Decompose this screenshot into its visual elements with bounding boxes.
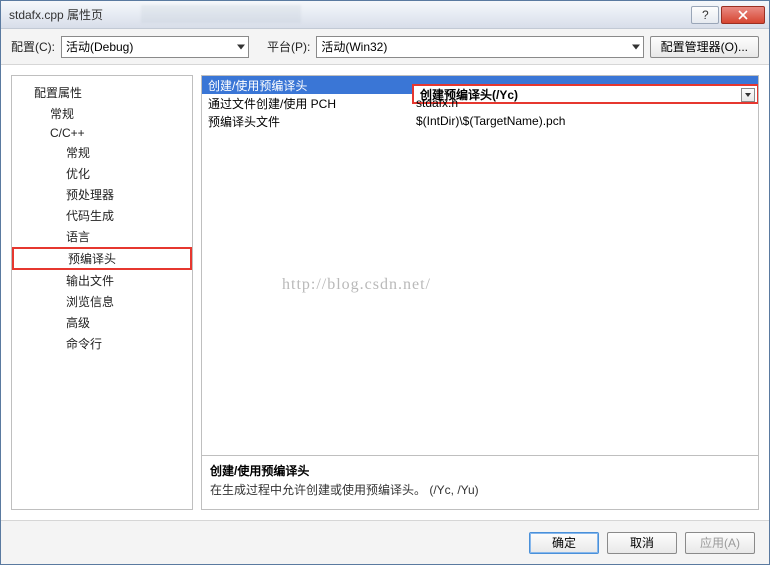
prop-value: stdafx.h bbox=[412, 96, 758, 110]
tree-item[interactable]: 命令行 bbox=[12, 333, 192, 354]
desc-title: 创建/使用预编译头 bbox=[210, 462, 750, 479]
tree-item-precompiled[interactable]: 预编译头 bbox=[14, 250, 190, 267]
grid-row[interactable]: 预编译头文件 $(IntDir)\$(TargetName).pch bbox=[202, 112, 758, 130]
titlebar[interactable]: stdafx.cpp 属性页 ? bbox=[1, 1, 769, 29]
config-value: 活动(Debug) bbox=[66, 38, 133, 55]
cancel-button[interactable]: 取消 bbox=[607, 532, 677, 554]
prop-value: $(IntDir)\$(TargetName).pch bbox=[412, 114, 758, 128]
tree-root[interactable]: 配置属性 bbox=[12, 82, 192, 103]
dialog-window: stdafx.cpp 属性页 ? 配置(C): 活动(Debug) 平台(P):… bbox=[0, 0, 770, 565]
svg-text:?: ? bbox=[702, 10, 709, 20]
tree-item[interactable]: 预处理器 bbox=[12, 184, 192, 205]
grid-row-selected[interactable]: 创建/使用预编译头 创建预编译头(/Yc) bbox=[202, 76, 758, 94]
chevron-down-icon bbox=[632, 44, 640, 49]
chevron-down-icon bbox=[237, 44, 245, 49]
platform-label: 平台(P): bbox=[267, 38, 310, 55]
tree-item[interactable]: 代码生成 bbox=[12, 205, 192, 226]
prop-name: 创建/使用预编译头 bbox=[202, 77, 412, 94]
property-panel: 创建/使用预编译头 创建预编译头(/Yc) 通过文件创建/使用 PCH stda… bbox=[201, 75, 759, 510]
platform-value: 活动(Win32) bbox=[321, 38, 387, 55]
config-label: 配置(C): bbox=[11, 38, 55, 55]
grid-row[interactable]: 通过文件创建/使用 PCH stdafx.h bbox=[202, 94, 758, 112]
ok-button[interactable]: 确定 bbox=[529, 532, 599, 554]
tree-item[interactable]: 浏览信息 bbox=[12, 291, 192, 312]
dialog-footer: 确定 取消 应用(A) bbox=[1, 520, 769, 564]
prop-name: 预编译头文件 bbox=[202, 113, 412, 130]
desc-body: 在生成过程中允许创建或使用预编译头。 (/Yc, /Yu) bbox=[210, 481, 750, 498]
config-toolbar: 配置(C): 活动(Debug) 平台(P): 活动(Win32) 配置管理器(… bbox=[1, 29, 769, 65]
config-select[interactable]: 活动(Debug) bbox=[61, 36, 249, 58]
property-tree[interactable]: 配置属性 常规 C/C++ 常规 优化 预处理器 代码生成 语言 预编译头 输出… bbox=[11, 75, 193, 510]
window-title: stdafx.cpp 属性页 bbox=[9, 6, 691, 23]
close-button[interactable] bbox=[721, 6, 765, 24]
help-button[interactable]: ? bbox=[691, 6, 719, 24]
tree-general[interactable]: 常规 bbox=[12, 103, 192, 124]
system-buttons: ? bbox=[691, 6, 765, 24]
tree-item[interactable]: 优化 bbox=[12, 163, 192, 184]
tree-item[interactable]: 输出文件 bbox=[12, 270, 192, 291]
apply-button[interactable]: 应用(A) bbox=[685, 532, 755, 554]
tree-item[interactable]: 高级 bbox=[12, 312, 192, 333]
config-manager-button[interactable]: 配置管理器(O)... bbox=[650, 36, 759, 58]
description-panel: 创建/使用预编译头 在生成过程中允许创建或使用预编译头。 (/Yc, /Yu) bbox=[202, 455, 758, 509]
content-area: 配置属性 常规 C/C++ 常规 优化 预处理器 代码生成 语言 预编译头 输出… bbox=[1, 65, 769, 520]
tree-highlight-box: 预编译头 bbox=[12, 247, 192, 270]
tree-item[interactable]: 常规 bbox=[12, 142, 192, 163]
tree-item[interactable]: 语言 bbox=[12, 226, 192, 247]
prop-name: 通过文件创建/使用 PCH bbox=[202, 95, 412, 112]
tree-cc[interactable]: C/C++ bbox=[12, 124, 192, 142]
property-grid[interactable]: 创建/使用预编译头 创建预编译头(/Yc) 通过文件创建/使用 PCH stda… bbox=[202, 76, 758, 455]
platform-select[interactable]: 活动(Win32) bbox=[316, 36, 643, 58]
watermark-text: http://blog.csdn.net/ bbox=[282, 276, 431, 294]
title-blur-overlay bbox=[141, 5, 301, 23]
